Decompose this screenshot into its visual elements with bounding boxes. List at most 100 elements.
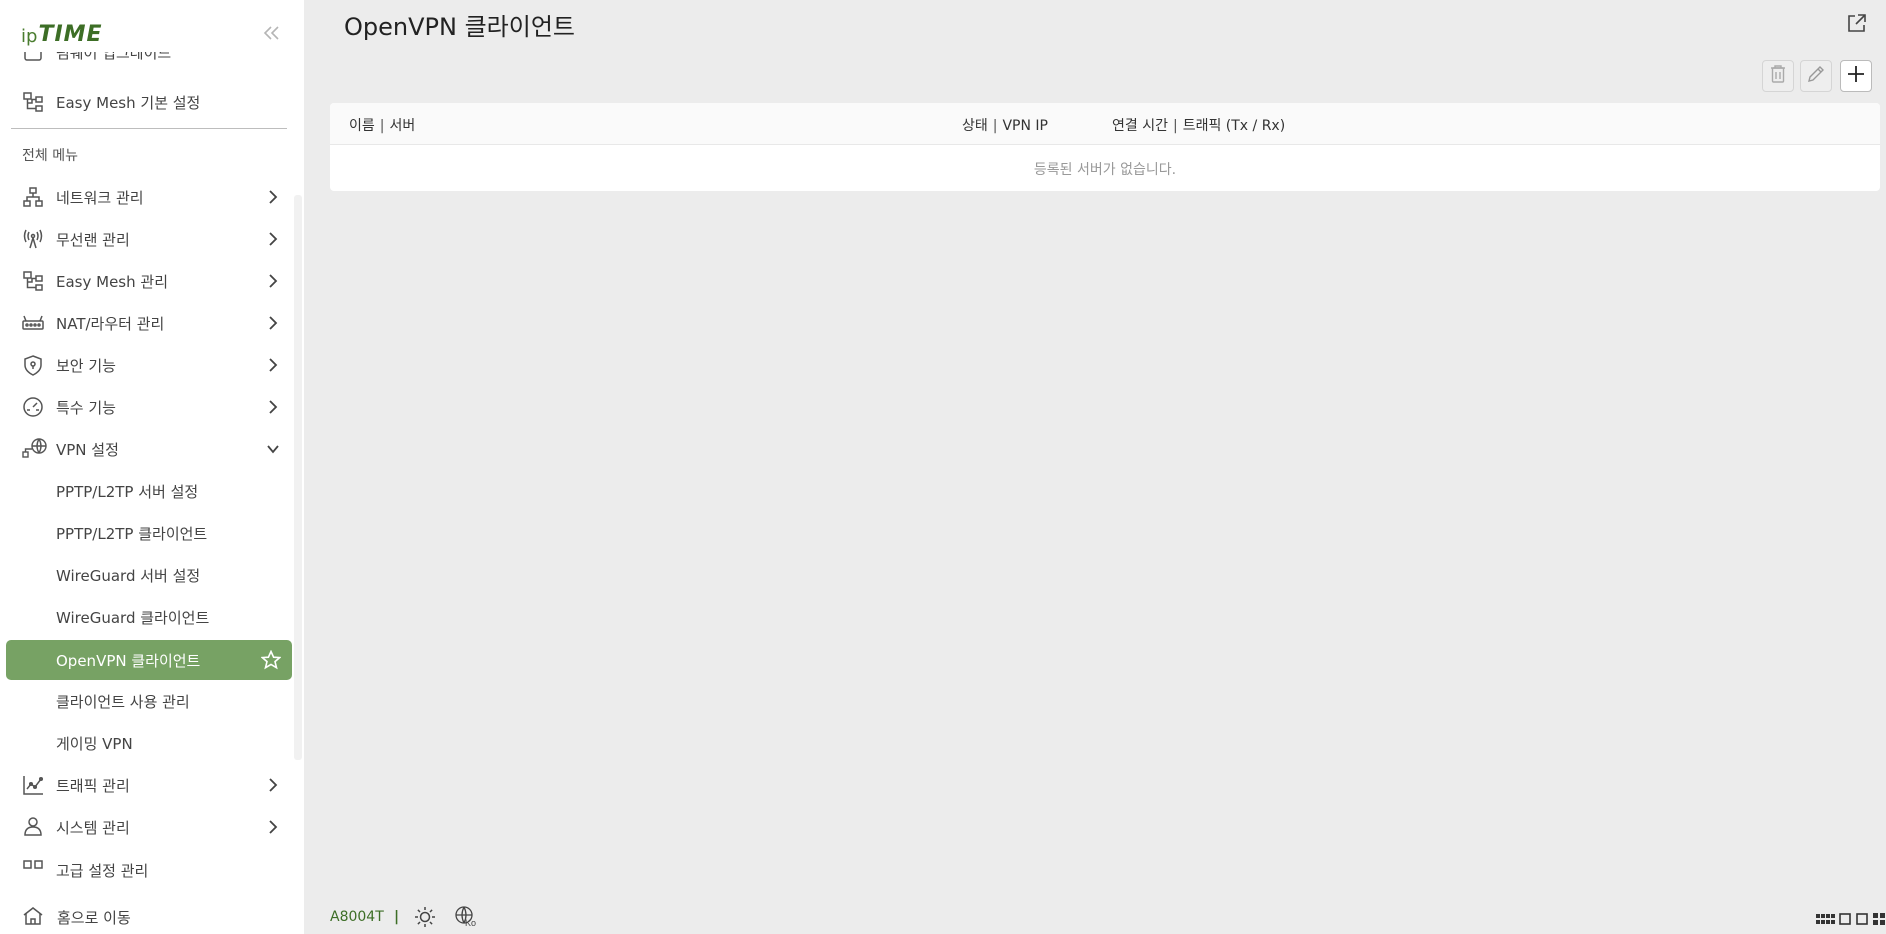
sidebar-item-label: Easy Mesh 기본 설정	[56, 93, 201, 112]
model-name: A8004T	[330, 909, 384, 925]
sidebar-subitem-wireguard-client[interactable]: WireGuard 클라이언트	[10, 597, 292, 637]
sidebar-scrollbar[interactable]	[294, 195, 302, 760]
router-icon	[22, 312, 44, 334]
sidebar-item-label: 특수 기능	[56, 398, 116, 417]
sidebar-item-label: PPTP/L2TP 클라이언트	[56, 524, 208, 543]
sidebar-item-firmware[interactable]: 펌웨어 업그레이드	[10, 52, 292, 72]
language-globe-icon[interactable]: Ko	[454, 905, 478, 929]
sidebar-item-label: PPTP/L2TP 서버 설정	[56, 482, 199, 501]
sidebar-subitem-wireguard-server[interactable]: WireGuard 서버 설정	[10, 555, 292, 595]
divider	[11, 128, 287, 129]
layout-grid-icon[interactable]	[1873, 910, 1886, 925]
sidebar-item-label: Easy Mesh 관리	[56, 272, 168, 291]
layout-single-icon[interactable]	[1839, 910, 1853, 925]
layout-wide-icon[interactable]	[1856, 910, 1870, 925]
chevron-right-icon	[266, 777, 280, 793]
header-time-traffic[interactable]: 연결 시간 | 트래픽 (Tx / Rx)	[1112, 115, 1285, 135]
sidebar-item-label: 보안 기능	[56, 356, 116, 375]
favorite-star-icon[interactable]	[260, 649, 282, 670]
sidebar-item-label: OpenVPN 클라이언트	[56, 652, 201, 670]
sidebar-subitem-pptp-server[interactable]: PPTP/L2TP 서버 설정	[10, 471, 292, 511]
section-title: 전체 메뉴	[22, 148, 78, 164]
header-status-vpnip[interactable]: 상태 | VPN IP	[962, 115, 1048, 135]
mesh-icon	[22, 270, 44, 292]
vpn-globe-icon	[22, 438, 48, 460]
footer-separator: |	[394, 909, 400, 925]
logo-time: TIME	[38, 22, 103, 47]
chevron-right-icon	[266, 357, 280, 373]
sidebar-item-label: NAT/라우터 관리	[56, 314, 165, 333]
sidebar-item-label: 트래픽 관리	[56, 776, 130, 795]
sidebar-item-special[interactable]: 특수 기능	[10, 387, 292, 427]
col-traffic: 트래픽 (Tx / Rx)	[1182, 118, 1286, 134]
sidebar-item-label: WireGuard 클라이언트	[56, 608, 210, 627]
plus-icon	[1846, 64, 1866, 88]
chevron-right-icon	[266, 399, 280, 415]
go-home-button[interactable]: 홈으로 이동	[10, 898, 292, 934]
layout-grid-dense-icon[interactable]	[1816, 910, 1836, 924]
col-status: 상태	[962, 118, 988, 134]
sidebar-item-security[interactable]: 보안 기능	[10, 345, 292, 385]
page-title: OpenVPN 클라이언트	[344, 13, 575, 41]
chevron-right-icon	[266, 231, 280, 247]
col-vpn-ip: VPN IP	[1002, 118, 1048, 134]
header-name-server[interactable]: 이름 | 서버	[349, 115, 415, 135]
col-conn-time: 연결 시간	[1112, 118, 1168, 134]
language-code: Ko	[465, 918, 477, 928]
server-table: 이름 | 서버 상태 | VPN IP 연결 시간 | 트래픽 (Tx / Rx) 등록된 …	[330, 103, 1880, 191]
sidebar-item-label: 펌웨어 업그레이드	[56, 52, 172, 62]
chevron-right-icon	[266, 189, 280, 205]
chevron-right-icon	[266, 819, 280, 835]
collapse-sidebar-icon[interactable]	[262, 22, 280, 44]
sidebar-item-label: 고급 설정 관리	[56, 861, 149, 880]
mesh-icon	[22, 91, 44, 113]
sidebar-item-wireless[interactable]: 무선랜 관리	[10, 219, 292, 259]
table-header: 이름 | 서버 상태 | VPN IP 연결 시간 | 트래픽 (Tx / Rx)	[330, 103, 1880, 145]
sidebar-item-nat-router[interactable]: NAT/라우터 관리	[10, 303, 292, 343]
sidebar-item-label: VPN 설정	[56, 440, 119, 459]
sidebar-item-label: 무선랜 관리	[56, 230, 130, 249]
sidebar-subitem-client-usage[interactable]: 클라이언트 사용 관리	[10, 681, 292, 721]
sidebar-item-advanced[interactable]: 고급 설정 관리	[10, 850, 292, 880]
gauge-icon	[22, 396, 44, 418]
trash-icon	[1769, 64, 1787, 88]
sidebar-item-system[interactable]: 시스템 관리	[10, 807, 292, 847]
iptime-logo[interactable]: ip TIME	[21, 19, 103, 47]
sidebar-item-easymesh-basic[interactable]: Easy Mesh 기본 설정	[10, 82, 292, 122]
col-server: 서버	[389, 118, 416, 134]
pencil-icon	[1807, 65, 1825, 87]
edit-button[interactable]	[1800, 60, 1832, 92]
home-icon	[22, 906, 44, 926]
sidebar: ip TIME 펌웨어 업그레이드 Easy Mesh 기본 설정 전체 메뉴	[0, 0, 304, 934]
empty-message: 등록된 서버가 없습니다.	[1033, 162, 1177, 178]
sidebar-menu[interactable]: 펌웨어 업그레이드 Easy Mesh 기본 설정 전체 메뉴 네트워크 관리	[0, 52, 304, 880]
theme-sun-icon[interactable]	[414, 906, 436, 928]
sidebar-item-label: 게이밍 VPN	[56, 734, 133, 753]
sidebar-item-traffic[interactable]: 트래픽 관리	[10, 765, 292, 805]
sidebar-subitem-openvpn-client[interactable]: OpenVPN 클라이언트	[6, 640, 292, 680]
shield-icon	[22, 354, 44, 376]
sidebar-item-label: WireGuard 서버 설정	[56, 566, 201, 585]
firmware-icon	[22, 52, 44, 63]
traffic-chart-icon	[22, 774, 44, 796]
delete-button[interactable]	[1762, 60, 1794, 92]
sidebar-item-easymesh[interactable]: Easy Mesh 관리	[10, 261, 292, 301]
add-button[interactable]	[1840, 60, 1872, 92]
sidebar-item-label: 네트워크 관리	[56, 188, 144, 207]
sidebar-item-network[interactable]: 네트워크 관리	[10, 177, 292, 217]
home-label: 홈으로 이동	[57, 909, 131, 927]
chevron-right-icon	[266, 273, 280, 289]
sidebar-subitem-gaming-vpn[interactable]: 게이밍 VPN	[10, 723, 292, 763]
col-name: 이름	[349, 118, 375, 134]
chevron-right-icon	[266, 315, 280, 331]
layout-switcher	[1816, 910, 1886, 925]
network-icon	[22, 186, 44, 208]
sidebar-item-label: 시스템 관리	[56, 818, 130, 837]
logo-ip: ip	[21, 26, 38, 47]
chevron-down-icon	[266, 441, 280, 457]
export-icon[interactable]	[1846, 12, 1868, 34]
system-user-icon	[22, 816, 44, 838]
wireless-icon	[22, 228, 44, 250]
sidebar-subitem-pptp-client[interactable]: PPTP/L2TP 클라이언트	[10, 513, 292, 553]
sidebar-item-vpn[interactable]: VPN 설정	[10, 429, 292, 469]
